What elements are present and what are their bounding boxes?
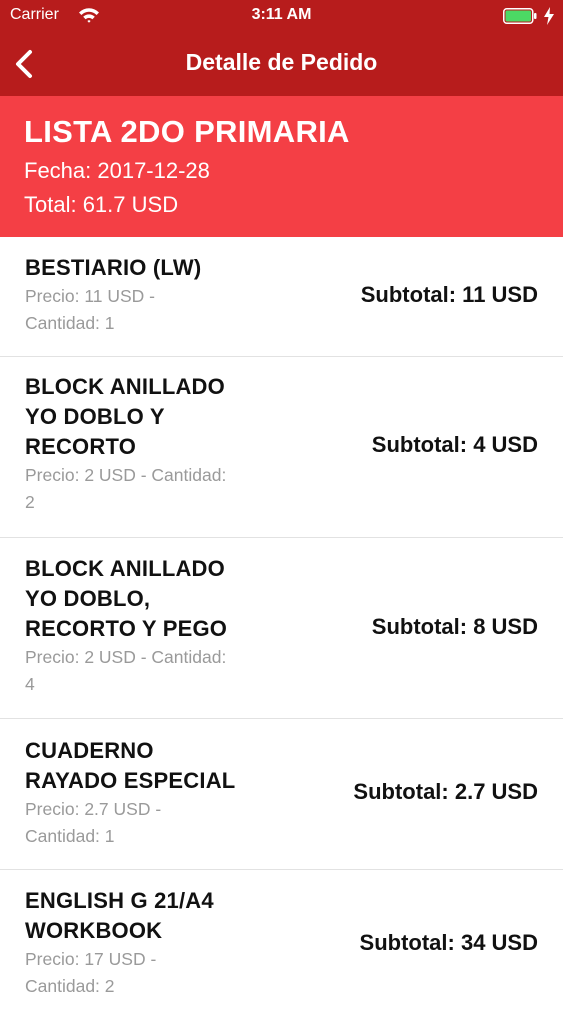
item-subtotal: Subtotal: 8 USD bbox=[371, 614, 538, 639]
battery-icon bbox=[503, 8, 537, 24]
item-name-line: RECORTO bbox=[25, 434, 137, 459]
item-detail-line: Precio: 11 USD - bbox=[25, 286, 155, 306]
item-detail-line: Precio: 17 USD - bbox=[25, 949, 157, 969]
item-info: BESTIARIO (LW) Precio: 11 USD - Cantidad… bbox=[25, 253, 287, 337]
item-info: CUADERNO RAYADO ESPECIAL Precio: 2.7 USD… bbox=[25, 736, 287, 850]
item-name-line: RAYADO ESPECIAL bbox=[25, 768, 236, 793]
list-item[interactable]: CUADERNO RAYADO ESPECIAL Precio: 2.7 USD… bbox=[0, 719, 563, 870]
item-detail-line: 2 bbox=[25, 492, 35, 512]
list-item[interactable]: BLOCK ANILLADO YO DOBLO, RECORTO Y PEGO … bbox=[0, 538, 563, 719]
order-title: LISTA 2DO PRIMARIA bbox=[24, 114, 350, 149]
item-detail-line: Precio: 2.7 USD - bbox=[25, 799, 162, 819]
item-name-line: BLOCK ANILLADO bbox=[25, 556, 225, 581]
item-detail-line: 4 bbox=[25, 674, 35, 694]
status-time: 3:11 AM bbox=[251, 6, 312, 23]
item-subtotal: Subtotal: 4 USD bbox=[371, 432, 538, 457]
list-item[interactable]: BLOCK ANILLADO YO DOBLO Y RECORTO Precio… bbox=[0, 357, 563, 538]
item-subtotal: Subtotal: 34 USD bbox=[359, 930, 538, 955]
item-name-line: RECORTO Y PEGO bbox=[25, 616, 228, 641]
item-detail-line: Cantidad: 1 bbox=[25, 313, 115, 333]
item-name-line: ENGLISH G 21/A4 bbox=[25, 888, 214, 913]
item-detail-line: Cantidad: 2 bbox=[25, 976, 115, 996]
list-item[interactable]: BESTIARIO (LW) Precio: 11 USD - Cantidad… bbox=[0, 237, 563, 357]
item-name-line: BESTIARIO (LW) bbox=[25, 255, 202, 280]
page-title: Detalle de Pedido bbox=[185, 49, 378, 75]
item-subtotal: Subtotal: 2.7 USD bbox=[353, 779, 538, 804]
list-item[interactable]: ENGLISH G 21/A4 WORKBOOK Precio: 17 USD … bbox=[0, 870, 563, 1010]
item-name-line: YO DOBLO Y bbox=[25, 404, 165, 429]
item-detail-line: Cantidad: 1 bbox=[25, 826, 115, 846]
order-date: Fecha: 2017-12-28 bbox=[24, 158, 210, 183]
item-name-line: YO DOBLO, bbox=[25, 586, 151, 611]
order-summary-header: LISTA 2DO PRIMARIA Fecha: 2017-12-28 Tot… bbox=[0, 96, 563, 237]
status-bar: Carrier 3:11 AM bbox=[0, 0, 563, 34]
order-total: Total: 61.7 USD bbox=[24, 192, 179, 217]
navigation-bar: Detalle de Pedido bbox=[0, 34, 563, 96]
item-detail-line: Precio: 2 USD - Cantidad: bbox=[25, 465, 227, 485]
item-subtotal: Subtotal: 11 USD bbox=[360, 282, 538, 307]
item-info: BLOCK ANILLADO YO DOBLO Y RECORTO Precio… bbox=[25, 372, 287, 516]
item-name-line: CUADERNO bbox=[25, 738, 154, 763]
item-name-line: WORKBOOK bbox=[25, 918, 163, 943]
charging-bolt-icon bbox=[544, 7, 554, 25]
item-detail-line: Precio: 2 USD - Cantidad: bbox=[25, 647, 227, 667]
order-items-list: BESTIARIO (LW) Precio: 11 USD - Cantidad… bbox=[0, 237, 563, 1010]
item-name-line: BLOCK ANILLADO bbox=[25, 374, 225, 399]
item-info: BLOCK ANILLADO YO DOBLO, RECORTO Y PEGO … bbox=[25, 554, 287, 698]
item-info: ENGLISH G 21/A4 WORKBOOK Precio: 17 USD … bbox=[25, 886, 287, 1000]
